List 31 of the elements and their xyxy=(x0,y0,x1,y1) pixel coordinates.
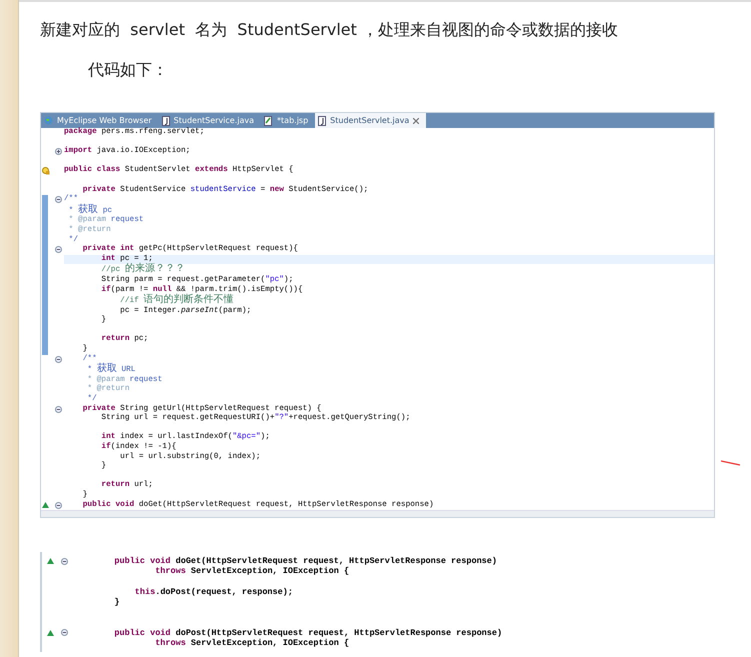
code-line: this.doPost(request, response); xyxy=(134,586,294,597)
intro-paragraph: 新建对应的 servlet 名为 StudentServlet ，处理来自视图的命令或数据的接收 xyxy=(40,19,619,41)
java-file-icon xyxy=(162,116,170,126)
code-line: public void doGet(HttpServletRequest request, HttpServletResponse response) xyxy=(113,556,498,566)
collapse-icon[interactable] xyxy=(55,356,62,363)
code-line: public void doPost(HttpServletRequest request, HttpServletResponse response) xyxy=(113,628,504,638)
collapse-icon[interactable] xyxy=(55,406,62,413)
collapse-icon[interactable] xyxy=(55,246,62,254)
jsp-file-icon xyxy=(264,116,274,126)
java-file-icon xyxy=(318,116,326,126)
tab-label: *tab.jsp xyxy=(277,116,308,125)
tab-label: StudentService.java xyxy=(174,116,254,125)
editor-tab[interactable]: StudentServlet.java xyxy=(315,113,426,128)
editor-tab[interactable]: MyEclipse Web Browser xyxy=(41,113,159,128)
code-line: } xyxy=(113,596,121,608)
close-icon[interactable] xyxy=(413,118,420,124)
expand-icon[interactable] xyxy=(55,148,62,156)
code-line: throws ServletException, IOException { xyxy=(154,566,350,577)
tab-label: StudentServlet.java xyxy=(330,116,410,125)
editor-tab[interactable]: *tab.jsp xyxy=(261,113,316,128)
horizontal-scrollbar[interactable] xyxy=(41,510,714,518)
collapse-icon[interactable] xyxy=(55,196,62,204)
editor-tab[interactable]: StudentService.java xyxy=(158,113,262,128)
collapse-icon[interactable] xyxy=(61,558,68,565)
code-line: throws ServletException, IOException { xyxy=(154,638,350,648)
collapse-icon[interactable] xyxy=(61,629,68,636)
tab-label: MyEclipse Web Browser xyxy=(57,116,152,125)
code-caption: 代码如下： xyxy=(88,59,169,81)
globe-icon xyxy=(44,116,53,125)
pen-stroke-drawing xyxy=(721,460,741,466)
collapse-icon[interactable] xyxy=(55,502,62,509)
